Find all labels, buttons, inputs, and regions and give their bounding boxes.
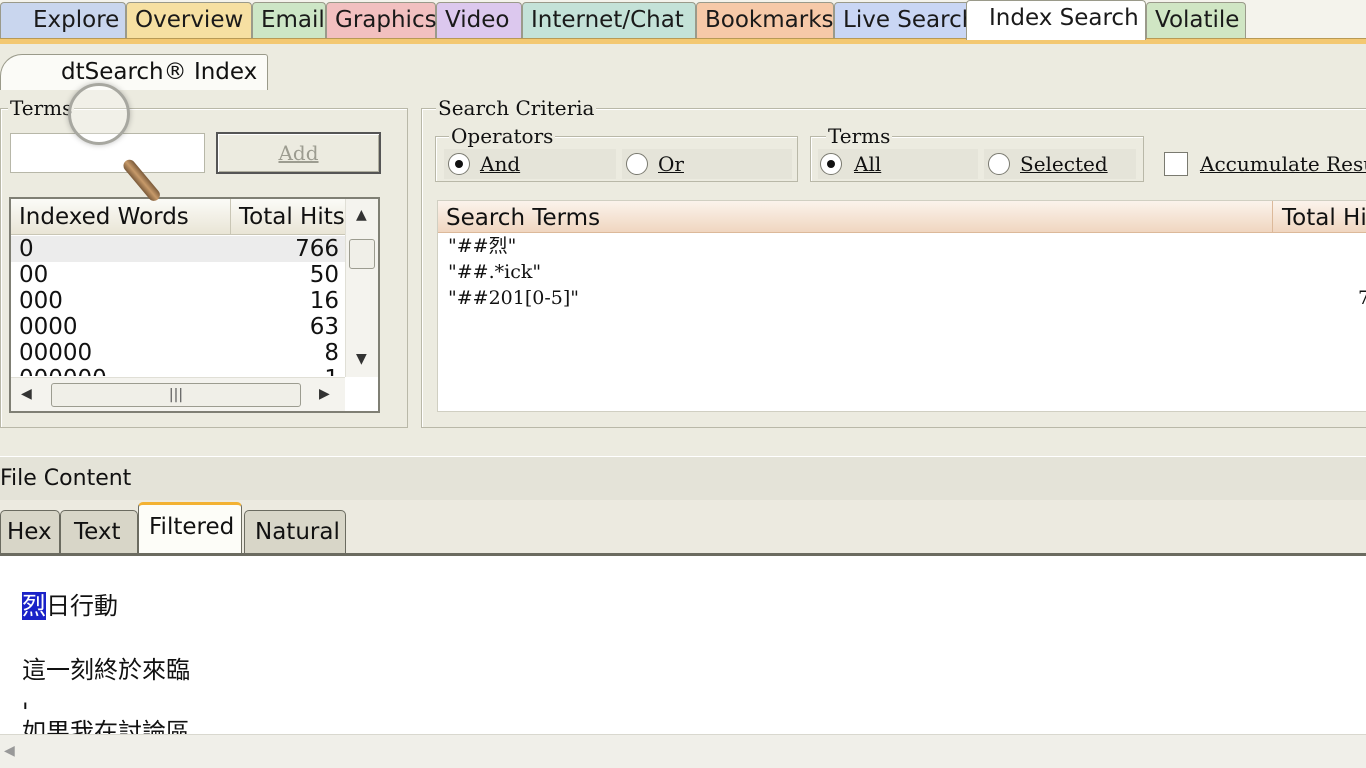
hits: 7	[1358, 285, 1366, 311]
radio-selected-indicator[interactable]	[988, 153, 1010, 175]
hits: 8	[324, 340, 339, 366]
content-horizontal-scrollbar[interactable]: ◀	[0, 734, 1366, 768]
search-terms-rows: "##烈" "##.*ick" "##201[0-5]" 7	[438, 233, 1366, 311]
word: 0000	[19, 314, 78, 340]
hits: 16	[309, 288, 339, 314]
radio-selected[interactable]: Selected	[984, 149, 1136, 179]
content-line-1-rest: 日行動	[46, 592, 118, 620]
radio-all-label: All	[854, 152, 882, 176]
table-row[interactable]: "##.*ick"	[438, 259, 1366, 285]
list-item[interactable]: 00000 8	[11, 340, 345, 366]
word: 0	[19, 236, 34, 262]
table-row[interactable]: "##烈"	[438, 233, 1366, 259]
tab-video[interactable]: Video	[436, 2, 522, 38]
accumulate-results-label: Accumulate Results	[1200, 152, 1366, 176]
term: "##烈"	[448, 235, 517, 257]
operators-title: Operators	[449, 124, 556, 148]
horizontal-scrollbar[interactable]: ◀ ||| ▶	[11, 377, 345, 411]
list-item[interactable]: 0 766	[11, 236, 345, 262]
indexed-words-list[interactable]: Indexed Words Total Hits 0 766 00 50 000 16…	[9, 197, 380, 413]
search-criteria-title: Search Criteria	[436, 96, 597, 120]
term-input[interactable]	[10, 133, 205, 173]
hits: 766	[295, 236, 339, 262]
tab-filtered[interactable]: Filtered	[138, 502, 242, 554]
vertical-scrollbar[interactable]: ▲ ▼	[345, 199, 378, 377]
tab-bookmarks[interactable]: Bookmarks	[696, 2, 834, 38]
filtered-content-view[interactable]: 烈日行動 這一刻終於來臨 ' 如果我在討論區	[0, 556, 1366, 734]
add-button[interactable]: Add	[216, 132, 381, 174]
hit-highlight: 烈	[22, 592, 46, 620]
radio-and-label: And	[480, 152, 521, 176]
content-line-2: 這一刻終於來臨	[22, 656, 190, 684]
tab-text[interactable]: Text	[60, 510, 138, 554]
tab-email[interactable]: Email	[252, 2, 326, 38]
category-tab-bar: Explore Overview Email Graphics Video In…	[0, 0, 1366, 44]
term: "##.*ick"	[448, 261, 542, 283]
word: 00000	[19, 340, 93, 366]
hits: 50	[309, 262, 339, 288]
search-terms-header: Search Terms Total Hits	[438, 201, 1366, 233]
scroll-right-icon[interactable]: ▶	[319, 386, 330, 402]
scroll-down-icon[interactable]: ▼	[356, 351, 367, 367]
radio-or[interactable]: Or	[622, 149, 792, 179]
hits: 1	[324, 366, 339, 376]
content-line-1: 烈日行動	[22, 590, 118, 622]
indexed-words-rows: 0 766 00 50 000 16 0000 63 00000 8 000000 1	[11, 236, 345, 376]
word: 000	[19, 288, 63, 314]
column-header-total-hits[interactable]: Total Hits	[231, 199, 345, 235]
list-item[interactable]: 00 50	[11, 262, 345, 288]
radio-selected-label: Selected	[1020, 152, 1108, 176]
tab-hex[interactable]: Hex	[0, 510, 60, 554]
scroll-up-icon[interactable]: ▲	[356, 207, 367, 223]
radio-all[interactable]: All	[818, 149, 978, 179]
radio-or-indicator[interactable]	[626, 153, 648, 175]
column-header-search-terms[interactable]: Search Terms	[438, 201, 1273, 233]
tab-index-search[interactable]: Index Search	[966, 0, 1146, 40]
radio-all-indicator[interactable]	[820, 153, 842, 175]
tab-graphics[interactable]: Graphics	[326, 2, 437, 38]
tab-explore[interactable]: Explore	[0, 2, 126, 38]
tab-dtsearch-index[interactable]: dtSearch® Index	[0, 54, 268, 90]
tab-overview[interactable]: Overview	[126, 2, 252, 38]
scroll-left-icon[interactable]: ◀	[21, 386, 32, 402]
tab-live-search[interactable]: Live Search	[834, 2, 976, 38]
sub-tab-bar: dtSearch® Index	[0, 44, 1366, 90]
list-item[interactable]: 000 16	[11, 288, 345, 314]
column-header-indexed-words[interactable]: Indexed Words	[11, 199, 231, 235]
word: 000000	[19, 366, 107, 376]
table-row[interactable]: "##201[0-5]" 7	[438, 285, 1366, 311]
column-header-total-hits-2[interactable]: Total Hits	[1274, 201, 1366, 235]
term: "##201[0-5]"	[448, 287, 580, 309]
terms-scope-title: Terms	[826, 124, 893, 148]
indexed-words-header: Indexed Words Total Hits	[11, 199, 345, 235]
file-content-label: File Content	[0, 456, 1366, 500]
tab-internet-chat[interactable]: Internet/Chat	[522, 2, 696, 38]
search-terms-list[interactable]: Search Terms Total Hits "##烈" "##.*ick" …	[437, 200, 1366, 412]
radio-and-indicator[interactable]	[448, 153, 470, 175]
hits: 63	[309, 314, 339, 340]
file-content-tab-bar: Hex Text Filtered Natural	[0, 500, 1366, 556]
radio-or-label: Or	[658, 152, 684, 176]
tab-volatile[interactable]: Volatile	[1146, 2, 1246, 38]
vertical-scroll-thumb[interactable]	[349, 239, 375, 269]
content-line-4: 如果我在討論區	[22, 718, 190, 734]
scroll-left-icon[interactable]: ◀	[4, 743, 15, 759]
horizontal-scroll-thumb[interactable]: |||	[51, 383, 301, 407]
list-item[interactable]: 0000 63	[11, 314, 345, 340]
accumulate-results-checkbox[interactable]	[1164, 152, 1188, 176]
tab-natural[interactable]: Natural	[244, 510, 346, 554]
terms-group-title: Terms	[8, 96, 75, 120]
word: 00	[19, 262, 49, 288]
list-item[interactable]: 000000 1	[11, 366, 345, 376]
radio-and[interactable]: And	[444, 149, 616, 179]
